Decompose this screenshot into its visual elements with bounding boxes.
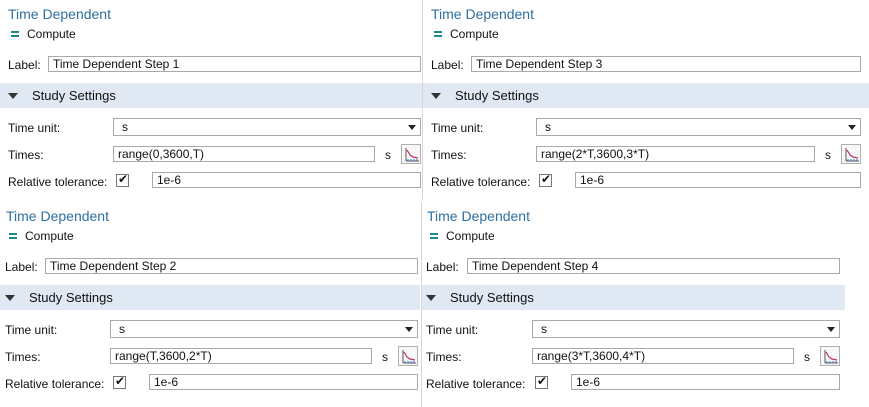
relative-tolerance-checkbox[interactable]: ✔	[116, 172, 129, 187]
time-unit-select[interactable]: s	[536, 118, 861, 136]
section-title: Study Settings	[29, 290, 113, 305]
panel-divider	[421, 202, 422, 407]
range-button[interactable]	[398, 346, 418, 366]
relative-tolerance-input[interactable]: 1e-6	[575, 172, 861, 188]
check-icon: ✔	[118, 172, 129, 186]
collapse-triangle-icon	[426, 294, 436, 301]
chevron-down-icon	[848, 125, 856, 130]
time-dependent-panel-step-2: Time Dependent Compute Label: Time Depen…	[0, 202, 420, 407]
compute-label: Compute	[450, 27, 499, 41]
time-dependent-panel-step-3: Time Dependent Compute Label: Time Depen…	[423, 0, 869, 200]
section-title: Study Settings	[450, 290, 534, 305]
section-title: Study Settings	[455, 88, 539, 103]
label-field[interactable]: Time Dependent Step 4	[467, 258, 840, 274]
range-plot-icon	[824, 350, 838, 364]
label-field[interactable]: Time Dependent Step 3	[471, 56, 861, 72]
times-input[interactable]: range(0,3600,T)	[113, 146, 375, 162]
section-title: Study Settings	[32, 88, 116, 103]
times-caption: Times:	[431, 148, 467, 162]
relative-tolerance-caption: Relative tolerance:	[5, 377, 105, 391]
time-unit-value: s	[122, 120, 128, 134]
relative-tolerance-caption: Relative tolerance:	[431, 175, 531, 189]
time-unit-value: s	[545, 120, 551, 134]
times-caption: Times:	[8, 148, 44, 162]
times-input[interactable]: range(T,3600,2*T)	[110, 348, 372, 364]
range-plot-icon	[402, 350, 416, 364]
check-icon: ✔	[541, 172, 552, 186]
relative-tolerance-input[interactable]: 1e-6	[149, 374, 418, 390]
time-unit-select[interactable]: s	[110, 320, 418, 338]
compute-icon	[11, 31, 19, 37]
study-settings-header[interactable]: Study Settings	[0, 285, 420, 310]
relative-tolerance-checkbox[interactable]: ✔	[113, 374, 126, 389]
compute-button[interactable]: Compute	[427, 228, 495, 244]
collapse-triangle-icon	[8, 92, 18, 99]
times-caption: Times:	[426, 350, 462, 364]
label-field[interactable]: Time Dependent Step 2	[45, 258, 418, 274]
times-caption: Times:	[5, 350, 41, 364]
time-unit-select[interactable]: s	[532, 320, 840, 338]
compute-label: Compute	[446, 229, 495, 243]
times-unit: s	[825, 148, 831, 162]
label-caption: Label:	[8, 58, 41, 72]
range-plot-icon	[845, 148, 859, 162]
study-settings-header[interactable]: Study Settings	[0, 83, 422, 108]
range-button[interactable]	[841, 144, 861, 164]
panel-title: Time Dependent	[6, 208, 109, 224]
relative-tolerance-input[interactable]: 1e-6	[571, 374, 840, 390]
compute-button[interactable]: Compute	[431, 26, 499, 42]
times-unit: s	[382, 350, 388, 364]
relative-tolerance-checkbox[interactable]: ✔	[539, 172, 552, 187]
time-unit-caption: Time unit:	[431, 121, 484, 135]
relative-tolerance-input[interactable]: 1e-6	[152, 172, 421, 188]
panel-divider	[422, 0, 423, 200]
time-unit-value: s	[119, 322, 125, 336]
time-dependent-panel-step-1: Time Dependent Compute Label: Time Depen…	[0, 0, 422, 200]
relative-tolerance-checkbox[interactable]: ✔	[535, 374, 548, 389]
collapse-triangle-icon	[5, 294, 15, 301]
time-unit-value: s	[541, 322, 547, 336]
label-caption: Label:	[5, 260, 38, 274]
time-unit-select[interactable]: s	[113, 118, 421, 136]
relative-tolerance-caption: Relative tolerance:	[8, 175, 108, 189]
range-plot-icon	[405, 148, 419, 162]
chevron-down-icon	[408, 125, 416, 130]
compute-icon	[434, 31, 442, 37]
compute-button[interactable]: Compute	[8, 26, 76, 42]
range-button[interactable]	[401, 144, 421, 164]
label-caption: Label:	[431, 58, 464, 72]
relative-tolerance-caption: Relative tolerance:	[426, 377, 526, 391]
compute-label: Compute	[27, 27, 76, 41]
study-settings-header[interactable]: Study Settings	[421, 285, 845, 310]
chevron-down-icon	[827, 327, 835, 332]
times-input[interactable]: range(3*T,3600,4*T)	[532, 348, 794, 364]
check-icon: ✔	[537, 374, 548, 388]
panel-title: Time Dependent	[8, 6, 111, 22]
compute-button[interactable]: Compute	[6, 228, 74, 244]
time-unit-caption: Time unit:	[5, 323, 58, 337]
times-input[interactable]: range(2*T,3600,3*T)	[536, 146, 815, 162]
range-button[interactable]	[820, 346, 840, 366]
compute-icon	[430, 233, 438, 239]
chevron-down-icon	[405, 327, 413, 332]
time-dependent-panel-step-4: Time Dependent Compute Label: Time Depen…	[421, 202, 845, 407]
panel-title: Time Dependent	[427, 208, 530, 224]
times-unit: s	[804, 350, 810, 364]
study-settings-header[interactable]: Study Settings	[423, 83, 869, 108]
times-unit: s	[385, 148, 391, 162]
time-unit-caption: Time unit:	[8, 121, 61, 135]
time-unit-caption: Time unit:	[426, 323, 479, 337]
check-icon: ✔	[115, 374, 126, 388]
compute-label: Compute	[25, 229, 74, 243]
label-field[interactable]: Time Dependent Step 1	[48, 56, 421, 72]
panel-title: Time Dependent	[431, 6, 534, 22]
collapse-triangle-icon	[431, 92, 441, 99]
label-caption: Label:	[426, 260, 459, 274]
compute-icon	[9, 233, 17, 239]
